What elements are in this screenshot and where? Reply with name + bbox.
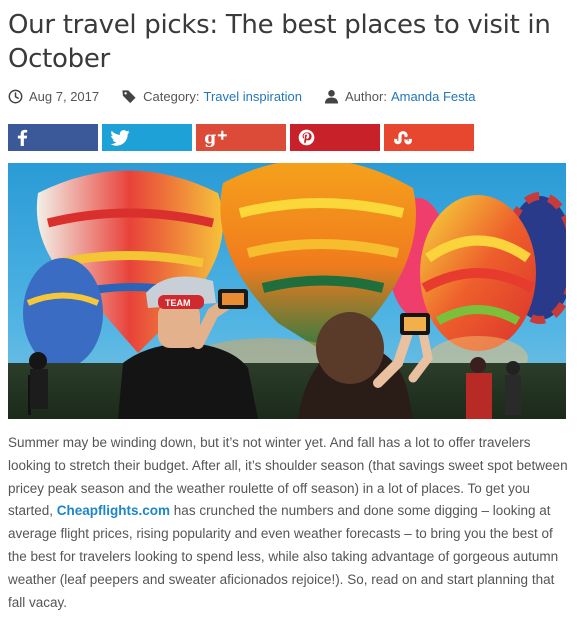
article-meta: Aug 7, 2017 Category: Travel inspiration… xyxy=(8,86,475,106)
google-plus-icon: g xyxy=(204,129,227,147)
stumbleupon-share-button[interactable] xyxy=(384,124,474,151)
publish-date: Aug 7, 2017 xyxy=(29,88,100,104)
tag-icon xyxy=(122,89,136,103)
stumbleupon-icon xyxy=(394,130,412,144)
category-label: Category: xyxy=(143,88,200,104)
date-group: Aug 7, 2017 xyxy=(8,89,99,104)
pinterest-share-button[interactable] xyxy=(290,124,380,151)
cap-logo: TEAM xyxy=(165,298,191,308)
author-group: Author: Amanda Festa xyxy=(324,89,475,104)
brand-link[interactable]: Cheapflights.com xyxy=(57,503,170,518)
svg-text:g: g xyxy=(204,129,216,147)
hero-photo: TEAM xyxy=(8,163,566,419)
category-link[interactable]: Travel inspiration xyxy=(204,89,303,104)
user-icon xyxy=(324,89,339,104)
article-title: Our travel picks: The best places to vis… xyxy=(8,10,551,74)
google-plus-share-button[interactable]: g xyxy=(196,124,286,151)
article-body: Summer may be winding down, but it’s not… xyxy=(8,432,570,614)
author-link[interactable]: Amanda Festa xyxy=(391,89,476,104)
body-text-part-2: has crunched the numbers and done some d… xyxy=(8,503,559,610)
facebook-icon xyxy=(17,129,28,146)
facebook-share-button[interactable] xyxy=(8,124,98,151)
twitter-icon xyxy=(110,129,130,146)
twitter-share-button[interactable] xyxy=(102,124,192,151)
hot-air-balloons-image: TEAM xyxy=(8,163,566,419)
author-label: Author: xyxy=(345,88,387,104)
clock-icon xyxy=(8,89,23,103)
pinterest-icon xyxy=(298,129,315,146)
category-group: Category: Travel inspiration xyxy=(121,89,302,104)
share-bar: g xyxy=(8,124,474,151)
